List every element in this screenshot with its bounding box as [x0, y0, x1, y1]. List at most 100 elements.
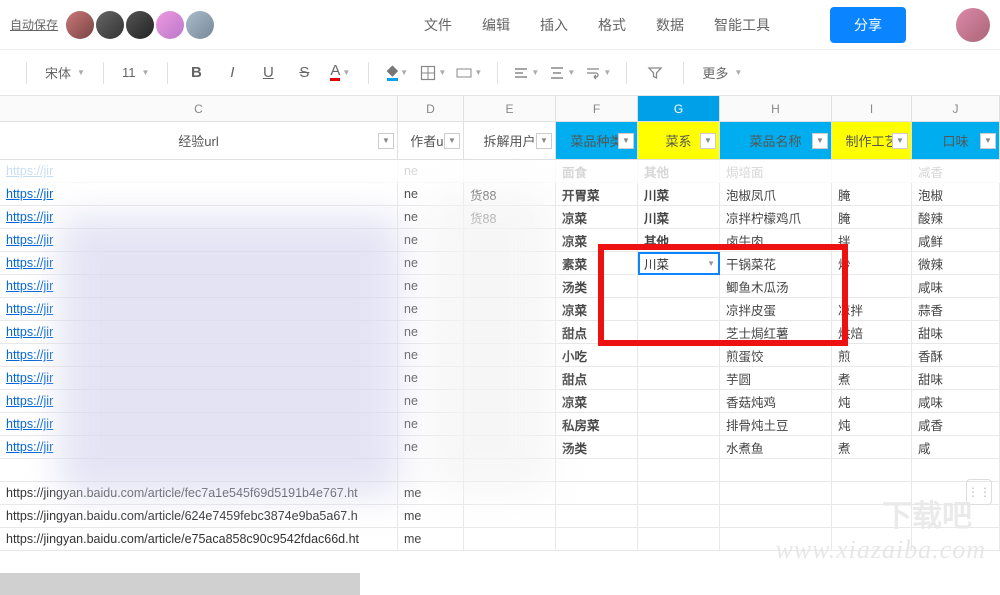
filter-icon[interactable]: ▼ — [980, 133, 996, 149]
header-url[interactable]: 经验url▼ — [0, 122, 398, 159]
cell[interactable]: 水煮鱼 — [720, 436, 832, 458]
cell[interactable]: 煎 — [832, 344, 912, 366]
cell[interactable] — [464, 528, 556, 550]
text-color-button[interactable]: A▼ — [326, 59, 354, 87]
cell[interactable]: 川菜 — [638, 183, 720, 205]
cell[interactable]: 甜味 — [912, 321, 1000, 343]
cell[interactable]: 泡椒 — [912, 183, 1000, 205]
cell[interactable]: 私房菜 — [556, 413, 638, 435]
font-family-select[interactable]: 宋体▼ — [41, 61, 89, 84]
cell[interactable]: 咸香 — [912, 413, 1000, 435]
font-size-select[interactable]: 11▼ — [118, 63, 153, 82]
cell[interactable] — [556, 528, 638, 550]
menu-smart-tools[interactable]: 智能工具 — [714, 15, 770, 35]
menu-file[interactable]: 文件 — [424, 15, 452, 35]
cell[interactable]: 腌 — [832, 206, 912, 228]
cell[interactable] — [720, 459, 832, 481]
menu-edit[interactable]: 编辑 — [482, 15, 510, 35]
avatar[interactable] — [186, 11, 214, 39]
cell[interactable]: 酸辣 — [912, 206, 1000, 228]
header-dish-type[interactable]: 菜品种类▼ — [556, 122, 638, 159]
cell[interactable] — [720, 482, 832, 504]
header-user[interactable]: 拆解用户▼ — [464, 122, 556, 159]
avatar[interactable] — [156, 11, 184, 39]
v-align-button[interactable]: ▼ — [548, 59, 576, 87]
filter-icon[interactable]: ▼ — [618, 133, 634, 149]
cell[interactable]: me — [398, 528, 464, 550]
cell[interactable] — [464, 505, 556, 527]
cell[interactable] — [638, 413, 720, 435]
cell[interactable]: 咸 — [912, 436, 1000, 458]
cell[interactable]: 腌 — [832, 183, 912, 205]
cell[interactable] — [638, 436, 720, 458]
cell[interactable]: 炖 — [832, 390, 912, 412]
cell[interactable] — [720, 505, 832, 527]
cell[interactable] — [638, 459, 720, 481]
menu-insert[interactable]: 插入 — [540, 15, 568, 35]
table-row[interactable]: https://jingyan.baidu.com/article/e75aca… — [0, 528, 1000, 551]
filter-icon[interactable]: ▼ — [378, 133, 394, 149]
cell[interactable] — [556, 505, 638, 527]
cell[interactable]: 泡椒凤爪 — [720, 183, 832, 205]
cell[interactable]: 香酥 — [912, 344, 1000, 366]
bold-button[interactable]: B — [182, 59, 210, 87]
cell[interactable] — [638, 367, 720, 389]
filter-icon[interactable]: ▼ — [812, 133, 828, 149]
cell[interactable]: https://jir — [0, 183, 398, 205]
cell[interactable]: 煎蛋饺 — [720, 344, 832, 366]
cell[interactable] — [720, 528, 832, 550]
header-author[interactable]: 作者url▼ — [398, 122, 464, 159]
cell[interactable] — [638, 482, 720, 504]
cell[interactable] — [912, 528, 1000, 550]
cell[interactable]: 香菇炖鸡 — [720, 390, 832, 412]
cell[interactable] — [638, 528, 720, 550]
h-align-button[interactable]: ▼ — [512, 59, 540, 87]
cell[interactable]: me — [398, 505, 464, 527]
cell[interactable]: https://jingyan.baidu.com/article/e75aca… — [0, 528, 398, 550]
filter-icon[interactable]: ▼ — [444, 133, 460, 149]
col-header-H[interactable]: H — [720, 96, 832, 121]
cell[interactable]: 小吃 — [556, 344, 638, 366]
borders-button[interactable]: ▼ — [419, 59, 447, 87]
cell[interactable] — [638, 344, 720, 366]
cell[interactable] — [832, 459, 912, 481]
cell[interactable]: 川菜 — [638, 206, 720, 228]
user-avatar[interactable] — [956, 8, 990, 42]
wrap-button[interactable]: ▼ — [584, 59, 612, 87]
table-row[interactable]: https://jingyan.baidu.com/article/624e74… — [0, 505, 1000, 528]
italic-button[interactable]: I — [218, 59, 246, 87]
cell[interactable] — [556, 482, 638, 504]
cell[interactable] — [832, 528, 912, 550]
cell[interactable] — [832, 505, 912, 527]
cell[interactable]: 炖 — [832, 413, 912, 435]
cell[interactable]: 咸味 — [912, 390, 1000, 412]
cell[interactable] — [832, 482, 912, 504]
cell[interactable]: 芋圆 — [720, 367, 832, 389]
cell[interactable] — [912, 459, 1000, 481]
underline-button[interactable]: U — [254, 59, 282, 87]
cell[interactable] — [638, 505, 720, 527]
header-craft[interactable]: 制作工艺▼ — [832, 122, 912, 159]
col-header-C[interactable]: C — [0, 96, 398, 121]
cell[interactable]: 微辣 — [912, 252, 1000, 274]
col-header-I[interactable]: I — [832, 96, 912, 121]
header-cuisine[interactable]: 菜系▼ — [638, 122, 720, 159]
filter-button[interactable] — [641, 59, 669, 87]
cell[interactable]: https://jingyan.baidu.com/article/624e74… — [0, 505, 398, 527]
cell[interactable]: 咸味 — [912, 275, 1000, 297]
autosave-link[interactable]: 自动保存 — [10, 16, 58, 33]
cell[interactable]: 开胃菜 — [556, 183, 638, 205]
col-header-E[interactable]: E — [464, 96, 556, 121]
strike-button[interactable]: S — [290, 59, 318, 87]
cell[interactable]: 甜点 — [556, 367, 638, 389]
cell[interactable]: 排骨炖土豆 — [720, 413, 832, 435]
cell[interactable] — [556, 459, 638, 481]
avatar[interactable] — [96, 11, 124, 39]
menu-data[interactable]: 数据 — [656, 15, 684, 35]
cell[interactable]: 汤类 — [556, 436, 638, 458]
cell[interactable]: 甜味 — [912, 367, 1000, 389]
col-header-F[interactable]: F — [556, 96, 638, 121]
menu-format[interactable]: 格式 — [598, 15, 626, 35]
col-header-D[interactable]: D — [398, 96, 464, 121]
cell[interactable] — [912, 505, 1000, 527]
